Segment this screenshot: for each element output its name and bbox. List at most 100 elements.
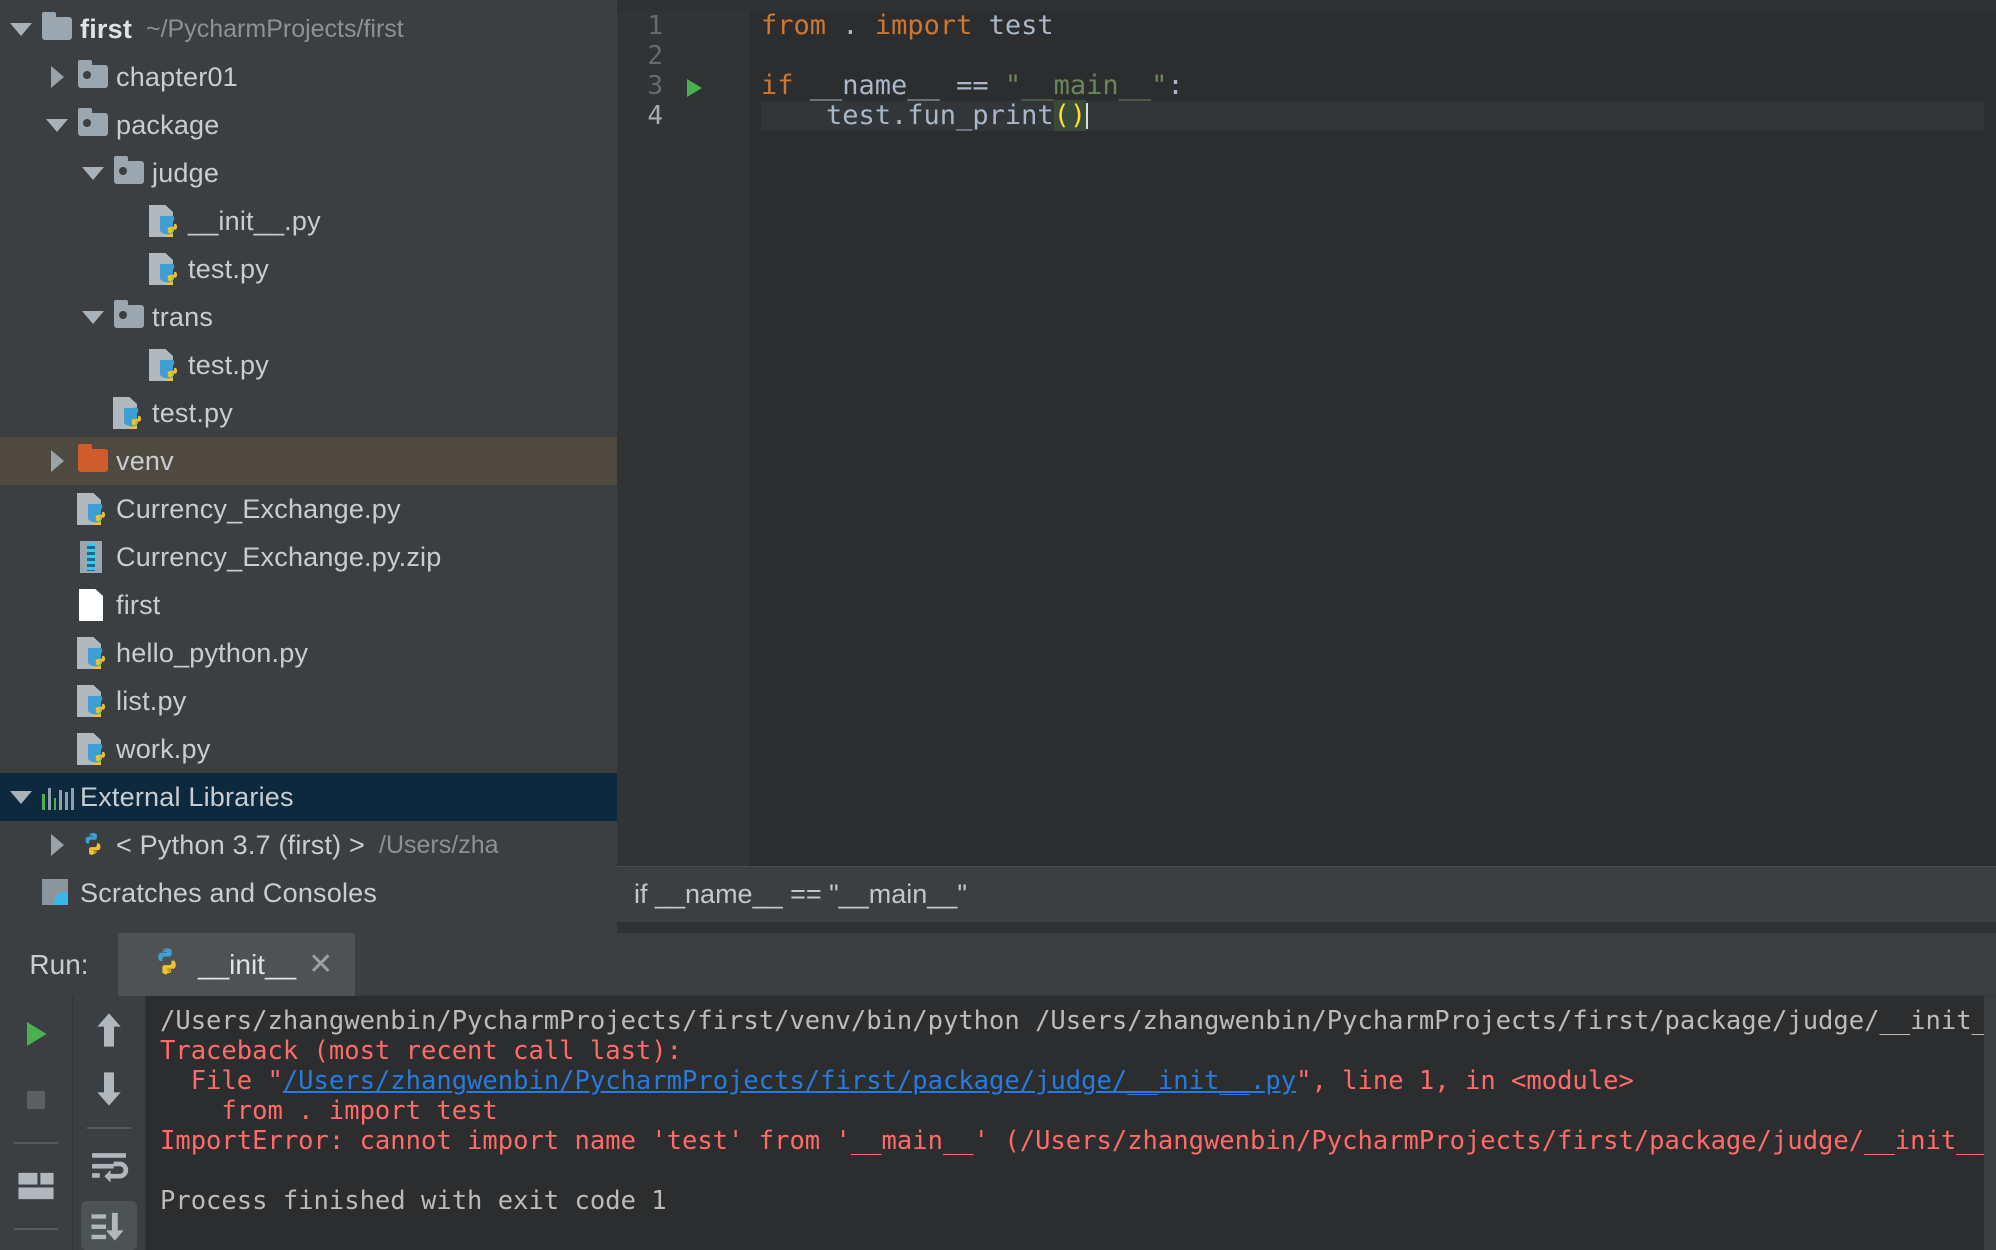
tree-item-judge[interactable]: judge [0, 149, 617, 197]
tree-item-currency-exchange-py[interactable]: Currency_Exchange.py [0, 485, 617, 533]
run-console-output[interactable]: /Users/zhangwenbin/PycharmProjects/first… [146, 996, 1996, 1250]
console-line: Traceback (most recent call last): [160, 1036, 1996, 1066]
code-line[interactable]: if __name__ == "__main__": [761, 71, 1984, 101]
run-gutter-icon[interactable] [687, 79, 702, 97]
tree-item-label: < Python 3.7 (first) > [116, 829, 366, 860]
tree-item-label: test.py [188, 253, 269, 284]
gutter-line[interactable]: 4 [617, 101, 749, 131]
gutter-line[interactable]: 3 [617, 71, 749, 101]
pycharm-window: first ~/PycharmProjects/first chapter01 pac… [0, 0, 1996, 1250]
down-stack-trace-button[interactable] [81, 1065, 137, 1114]
package-folder-icon [108, 153, 148, 193]
scroll-to-end-button[interactable] [81, 1201, 137, 1250]
console-line: File "/Users/zhangwenbin/PycharmProjects… [160, 1066, 1996, 1096]
tree-item-package[interactable]: package [0, 101, 617, 149]
run-toolbar-left[interactable] [0, 996, 73, 1250]
libraries-icon [36, 777, 76, 817]
up-stack-trace-button[interactable] [81, 1006, 137, 1055]
tree-item-label: trans [152, 301, 214, 332]
code-editor[interactable]: 1234 from . import test if __name__ == "_… [617, 11, 1996, 866]
project-tool-window[interactable]: first ~/PycharmProjects/first chapter01 pac… [0, 0, 617, 933]
package-folder-icon [108, 297, 148, 337]
close-icon[interactable]: ✕ [308, 949, 333, 980]
tree-item-label: work.py [116, 733, 211, 764]
rerun-button[interactable] [8, 1006, 64, 1062]
tree-item-venv[interactable]: venv [0, 437, 617, 485]
tree-item-first[interactable]: first ~/PycharmProjects/first [0, 5, 617, 53]
soft-wrap-button[interactable] [81, 1143, 137, 1192]
tree-item-currency-exchange-py-zip[interactable]: Currency_Exchange.py.zip [0, 533, 617, 581]
console-line [160, 1156, 1996, 1186]
console-scrollbar[interactable] [1984, 996, 1996, 1250]
zip-file-icon [72, 537, 112, 577]
gutter-line[interactable]: 2 [617, 41, 749, 71]
chevron-right-icon[interactable] [42, 825, 72, 865]
chevron-down-icon[interactable] [6, 777, 36, 817]
tree-item-work-py[interactable]: work.py [0, 725, 617, 773]
chevron-down-icon[interactable] [42, 105, 72, 145]
restore-layout-button[interactable] [8, 1158, 64, 1214]
tree-item-test-py[interactable]: test.py [0, 245, 617, 293]
run-configuration-tab[interactable]: __init__ ✕ [118, 933, 356, 996]
tree-item-hello-python-py[interactable]: hello_python.py [0, 629, 617, 677]
tree-item-scratches-and-consoles[interactable]: Scratches and Consoles [0, 869, 617, 917]
run-toolbar-right[interactable] [73, 996, 146, 1250]
tree-item-label: External Libraries [80, 781, 294, 812]
run-label-text: Run: [29, 948, 89, 980]
toolbar-separator [14, 1142, 58, 1144]
tree-item-test-py[interactable]: test.py [0, 341, 617, 389]
code-token: test [972, 10, 1054, 41]
python-icon [148, 946, 186, 984]
package-folder-icon [72, 57, 112, 97]
code-line[interactable]: from . import test [761, 11, 1984, 41]
run-tool-window-header: Run: __init__ ✕ [0, 933, 1996, 996]
tree-item-label: Currency_Exchange.py [116, 493, 401, 524]
gutter-line[interactable]: 1 [617, 11, 749, 41]
tree-item--init-py[interactable]: __init__.py [0, 197, 617, 245]
run-tool-window: Run: __init__ ✕ /Users/zhangwenbin/Pycha… [0, 933, 1996, 1250]
code-token: test.fun_print [761, 100, 1054, 131]
python-file-icon [72, 633, 112, 673]
tree-item-label: first [80, 13, 133, 44]
console-line: from . import test [160, 1096, 1996, 1126]
editor-gutter[interactable]: 1234 [617, 11, 749, 866]
toolbar-separator [14, 1228, 58, 1230]
chevron-down-icon[interactable] [78, 153, 108, 193]
tree-item-test-py[interactable]: test.py [0, 389, 617, 437]
python-file-icon [72, 681, 112, 721]
chevron-right-icon[interactable] [42, 57, 72, 97]
chevron-down-icon[interactable] [6, 9, 36, 49]
excluded-folder-icon [72, 441, 112, 481]
tree-item-chapter01[interactable]: chapter01 [0, 53, 617, 101]
console-text: Process finished with exit code 1 [160, 1186, 667, 1216]
console-file-link[interactable]: /Users/zhangwenbin/PycharmProjects/first… [283, 1066, 1296, 1096]
tree-item--python-3-7-first-[interactable]: < Python 3.7 (first) > /Users/zha [0, 821, 617, 869]
code-line[interactable]: test.fun_print() [761, 100, 1984, 131]
code-line[interactable] [761, 41, 1984, 71]
tree-item-list-py[interactable]: list.py [0, 677, 617, 725]
run-tool-window-body: /Users/zhangwenbin/PycharmProjects/first… [0, 996, 1996, 1250]
chevron-down-icon[interactable] [78, 297, 108, 337]
breadcrumb[interactable]: if __name__ == "__main__" [617, 866, 1996, 922]
tree-item-label: hello_python.py [116, 637, 309, 668]
tree-item-label: Currency_Exchange.py.zip [116, 541, 442, 572]
folder-icon [36, 9, 76, 49]
tree-item-trans[interactable]: trans [0, 293, 617, 341]
stop-button[interactable] [8, 1072, 64, 1128]
chevron-right-icon[interactable] [42, 441, 72, 481]
code-token: () [1053, 100, 1087, 131]
tree-item-external-libraries[interactable]: External Libraries [0, 773, 617, 821]
tree-item-first[interactable]: first [0, 581, 617, 629]
tree-item-label: test.py [188, 349, 269, 380]
console-text: Traceback (most recent call last): [160, 1036, 682, 1066]
python-interpreter-icon [72, 825, 112, 865]
code-text-area[interactable]: from . import test if __name__ == "__main… [749, 11, 1984, 866]
